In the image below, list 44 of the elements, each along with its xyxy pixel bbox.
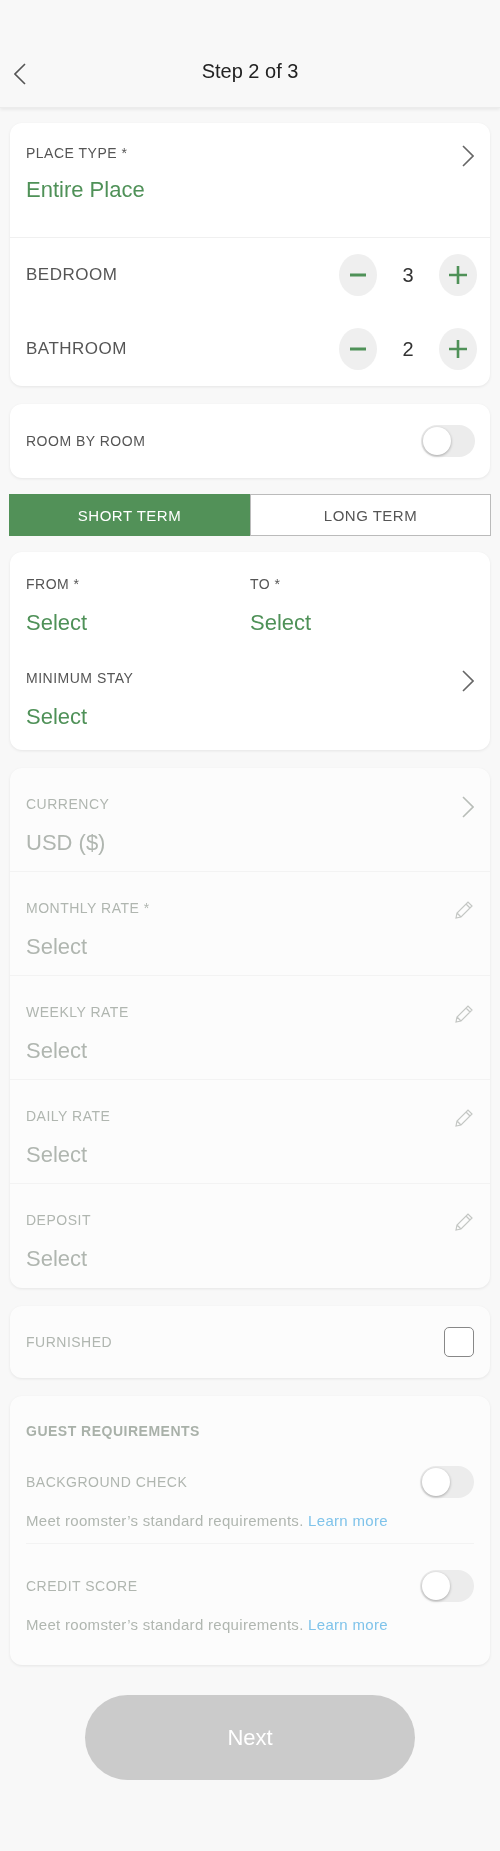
plus-icon [449, 340, 467, 358]
counter-label: BEDROOM [26, 265, 118, 285]
field-label: WEEKLY RATE [26, 1004, 129, 1020]
requirement-note: Meet roomster’s standard requirements. Learn more [26, 1512, 389, 1529]
chevron-right-icon [462, 796, 474, 818]
field-label: CURRENCY [26, 796, 110, 812]
term-tab[interactable]: LONG TERM [250, 494, 491, 536]
increment-button[interactable] [439, 254, 477, 296]
decrement-button[interactable] [339, 328, 377, 370]
field-value[interactable]: Select [250, 610, 474, 636]
field-label: DEPOSIT [26, 1212, 91, 1228]
requirement-note: Meet roomster’s standard requirements. Learn more [26, 1616, 389, 1633]
chevron-right-icon [462, 145, 474, 167]
field-value[interactable]: Select [26, 610, 250, 636]
setting-label: ROOM BY ROOM [26, 433, 146, 449]
counter-value: 2 [401, 337, 415, 361]
setting-label: BACKGROUND CHECK [26, 1474, 188, 1490]
plus-icon [449, 266, 467, 284]
counter-value: 3 [401, 263, 415, 287]
field-value[interactable]: Entire Place [26, 177, 145, 203]
field-label: MINIMUM STAY [26, 670, 134, 686]
minus-icon [350, 347, 366, 351]
section-title: GUEST REQUIREMENTS [26, 1423, 200, 1439]
setting-label: FURNISHED [26, 1334, 113, 1350]
field-label: FROM * [26, 576, 81, 592]
decrement-button[interactable] [339, 254, 377, 296]
minus-icon [350, 273, 366, 277]
pencil-icon [454, 1004, 474, 1024]
pencil-icon [454, 1108, 474, 1128]
term-tab[interactable]: SHORT TERM [9, 494, 250, 536]
increment-button[interactable] [439, 328, 477, 370]
field-label: DAILY RATE [26, 1108, 111, 1124]
field-label: TO * [250, 576, 282, 592]
toggle-switch[interactable] [421, 425, 475, 457]
chevron-right-icon [462, 670, 474, 692]
field-value[interactable]: Select [26, 704, 134, 730]
pencil-icon [454, 1212, 474, 1232]
back-icon[interactable] [14, 63, 26, 85]
field-label: MONTHLY RATE * [26, 900, 150, 916]
pencil-icon [454, 900, 474, 920]
setting-label: CREDIT SCORE [26, 1578, 138, 1594]
counter-label: BATHROOM [26, 339, 127, 359]
field-label: PLACE TYPE * [26, 145, 129, 161]
screen-title: Step 2 of 3 [201, 60, 299, 84]
